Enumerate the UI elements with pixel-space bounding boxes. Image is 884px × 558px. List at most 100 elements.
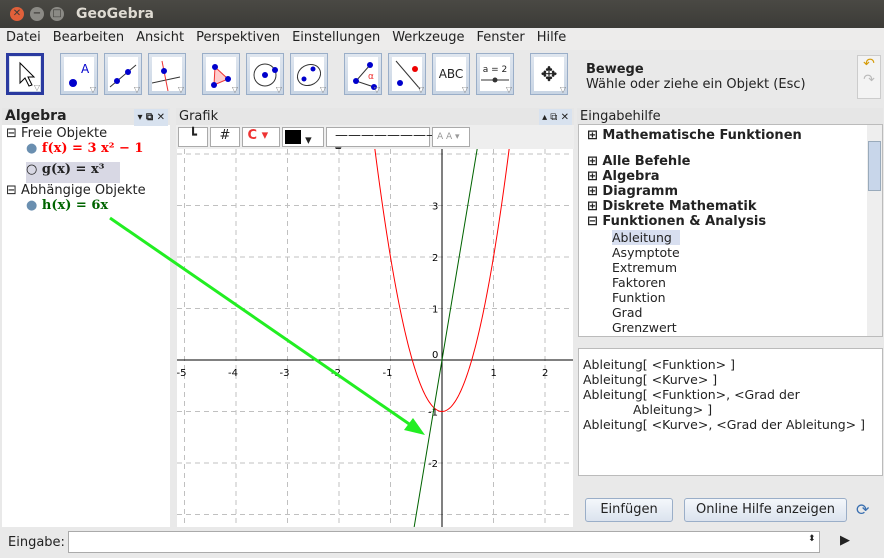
command-item[interactable]: Asymptote: [612, 245, 680, 260]
command-item[interactable]: Ableitung: [612, 230, 680, 245]
dependent-objects-label: Abhängige Objekte: [21, 183, 146, 198]
line-style-dropdown[interactable]: ———————— ▾: [326, 127, 439, 158]
angle-tool-button[interactable]: α ▽: [344, 53, 382, 95]
command-tree: ⊞ Mathematische Funktionen ⊞ Alle Befehl…: [578, 124, 883, 337]
axes-toggle-icon[interactable]: ┗: [178, 127, 208, 147]
syntax-line: Ableitung[ <Funktion> ]: [583, 357, 735, 372]
menu-ansicht[interactable]: Ansicht: [130, 28, 190, 50]
history-arrows-icon[interactable]: ⬍: [808, 534, 816, 544]
insert-button[interactable]: Einfügen: [585, 498, 673, 522]
color-picker[interactable]: ▾: [282, 127, 324, 148]
function-g: g(x) = x³: [41, 162, 105, 177]
reflect-tool-button[interactable]: ▽: [388, 53, 426, 95]
menu-bearbeiten[interactable]: Bearbeiten: [47, 28, 130, 50]
dependent-objects-group[interactable]: ⊟ Abhängige Objekte: [6, 183, 146, 198]
category-list: ⊞ Alle Befehle ⊞ Algebra ⊞ Diagramm ⊞ Di…: [587, 154, 766, 229]
maximize-button[interactable]: □: [50, 7, 64, 21]
grid-toggle-icon[interactable]: #: [210, 127, 240, 147]
x-tick-label: -5: [177, 368, 186, 379]
move-graphics-tool-button[interactable]: ✥ ▽: [530, 53, 568, 95]
x-tick-label: -2: [331, 368, 341, 379]
syntax-line: Ableitung> ]: [633, 402, 713, 417]
redo-icon[interactable]: ↷: [858, 72, 880, 88]
algebra-item-h[interactable]: ● h(x) = 6x: [6, 198, 146, 213]
conic-tool-button[interactable]: ▽: [290, 53, 328, 95]
algebra-item-f[interactable]: ● f(x) = 3 x² − 1: [6, 141, 146, 162]
command-list: Ableitung Asymptote Extremum Faktoren Fu…: [612, 230, 680, 335]
minimize-button[interactable]: −: [30, 7, 44, 21]
y-tick-label: 3: [432, 202, 438, 213]
x-tick-label: -4: [228, 368, 238, 379]
y-tick-label: 2: [432, 253, 438, 264]
free-objects-group[interactable]: ⊟ Freie Objekte: [6, 126, 146, 141]
play-icon[interactable]: ▶: [840, 533, 850, 548]
cat-functions[interactable]: ⊟ Funktionen & Analysis: [587, 214, 766, 229]
move-tool-button[interactable]: ▽: [6, 53, 44, 95]
menu-datei[interactable]: Datei: [0, 28, 47, 50]
category-label: Alle Befehle: [602, 154, 691, 169]
command-item[interactable]: Grenzwert: [612, 320, 680, 335]
circle-tool-button[interactable]: ▽: [246, 53, 284, 95]
visible-dot-icon[interactable]: ●: [26, 141, 37, 156]
algebra-tree: ⊟ Freie Objekte ● f(x) = 3 x² − 1 ○ g(x)…: [6, 126, 146, 213]
x-tick-label: 0: [432, 350, 438, 361]
point-capture-icon[interactable]: C ▾: [242, 127, 280, 147]
tool-help-text: Wähle oder ziehe ein Objekt (Esc): [586, 77, 806, 92]
category-label: Mathematische Funktionen: [602, 128, 802, 143]
command-item[interactable]: Faktoren: [612, 275, 680, 290]
input-bar: Eingabe: ⬍ ▶: [0, 528, 884, 558]
menu-werkzeuge[interactable]: Werkzeuge: [386, 28, 470, 50]
slider-tool-button[interactable]: a = 2 ▽: [476, 53, 514, 95]
line-tool-button[interactable]: ▽: [104, 53, 142, 95]
svg-text:α: α: [368, 72, 374, 82]
menu-fenster[interactable]: Fenster: [470, 28, 530, 50]
category-label: Diagramm: [602, 184, 679, 199]
text-style-dropdown[interactable]: A A ▾: [432, 127, 470, 147]
title-bar: ✕ − □ GeoGebra: [0, 0, 884, 28]
text-tool-button[interactable]: ABC ▽: [432, 53, 470, 95]
function-h: h(x) = 6x: [41, 198, 109, 213]
online-help-button[interactable]: Online Hilfe anzeigen: [684, 498, 847, 522]
cat-diagram[interactable]: ⊞ Diagramm: [587, 184, 766, 199]
category-label: Algebra: [602, 169, 660, 184]
visible-dot-icon[interactable]: ●: [26, 198, 37, 213]
command-item[interactable]: Extremum: [612, 260, 680, 275]
panel-controls[interactable]: ▴ ⧉ ✕: [539, 109, 572, 126]
menu-hilfe[interactable]: Hilfe: [531, 28, 573, 50]
graphics-title: Grafik: [179, 109, 219, 124]
command-item[interactable]: Grad: [612, 305, 680, 320]
input-field[interactable]: [68, 531, 820, 553]
tool-help: Bewege Wähle oder ziehe ein Objekt (Esc): [586, 62, 806, 92]
menu-einstellungen[interactable]: Einstellungen: [286, 28, 386, 50]
cat-discrete[interactable]: ⊞ Diskrete Mathematik: [587, 199, 766, 214]
menu-perspektiven[interactable]: Perspektiven: [190, 28, 286, 50]
cat-algebra[interactable]: ⊞ Algebra: [587, 169, 766, 184]
refresh-icon[interactable]: ⟳: [856, 500, 869, 519]
line-h: [413, 149, 478, 527]
perpendicular-tool-button[interactable]: ▽: [148, 53, 186, 95]
polygon-tool-button[interactable]: ▽: [202, 53, 240, 95]
graphics-canvas[interactable]: -5 -4 -3 -2 -101 2321-1-2: [177, 149, 573, 527]
command-syntax: Ableitung[ <Funktion> ] Ableitung[ <Kurv…: [578, 348, 883, 476]
algebra-item-g[interactable]: ○ g(x) = x³: [26, 162, 120, 183]
slider-tool-label: a = 2: [482, 65, 508, 75]
point-tool-button[interactable]: A ▽: [60, 53, 98, 95]
panel-controls[interactable]: ▾ ⧉ ✕: [134, 109, 168, 126]
algebra-view: Algebra ▾ ⧉ ✕ ⊟ Freie Objekte ● f(x) = 3 …: [2, 108, 170, 527]
algebra-header: Algebra ▾ ⧉ ✕: [2, 108, 170, 126]
toolbar: ▽ A ▽ ▽ ▽ ▽ ▽ ▽ α ▽ ▽ ABC ▽ a = 2 ▽ ✥ ▽ Beweg…: [0, 50, 884, 106]
x-tick-label: 2: [542, 368, 548, 379]
hidden-dot-icon[interactable]: ○: [26, 162, 37, 177]
close-window-button[interactable]: ✕: [10, 7, 24, 21]
syntax-line: Ableitung[ <Funktion>, <Grad der: [583, 387, 800, 402]
x-tick-label: -3: [280, 368, 290, 379]
undo-icon[interactable]: ↶: [858, 56, 880, 72]
x-tick-label: -1: [383, 368, 393, 379]
text-style-label: A A: [437, 132, 453, 142]
y-tick-label: 1: [432, 305, 438, 316]
cat-all[interactable]: ⊞ Alle Befehle: [587, 154, 766, 169]
cat-math-functions[interactable]: ⊞ Mathematische Funktionen: [587, 128, 802, 143]
syntax-line: Ableitung[ <Kurve>, <Grad der Ableitung>…: [583, 417, 866, 432]
scrollbar[interactable]: [867, 125, 882, 336]
command-item[interactable]: Funktion: [612, 290, 680, 305]
